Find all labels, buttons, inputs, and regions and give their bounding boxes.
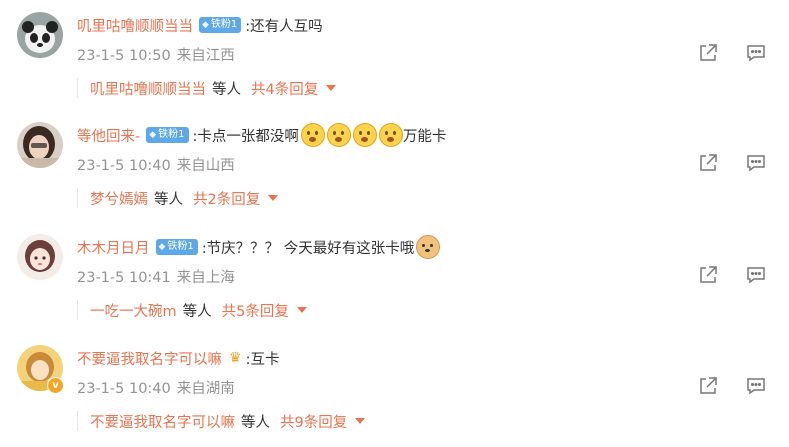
comment-actions [697,375,767,397]
comment-header: 等他回来- ◆ 铁粉1 :卡点一张都没啊 万能卡 [77,123,447,147]
reply-text: 等人 [212,81,241,98]
username-link[interactable]: 不要逼我取名字可以嘛 [77,348,222,369]
reply-username-link[interactable]: 梦兮嫣嫣 [90,188,148,209]
comment-actions [697,152,767,174]
comment-source: 来自湖南 [176,381,235,397]
comment-meta: 23-1-5 10:40 来自湖南 [77,377,235,398]
reply-count-link[interactable]: 共9条回复 [280,411,347,432]
fan-badge-label: 铁粉1 [167,241,194,252]
diamond-icon: ◆ [202,20,209,30]
comment-actions [697,42,767,64]
reply-count-link[interactable]: 共4条回复 [251,78,318,99]
reply-count-link[interactable]: 共2条回复 [193,188,260,209]
comment-item: 等他回来- ◆ 铁粉1 :卡点一张都没啊 万能卡 23-1-5 10:40 来自山西… [0,110,789,222]
comment-source: 来自上海 [176,270,235,286]
diamond-icon: ◆ [149,130,157,140]
reply-summary: 梦兮嫣嫣 等人 共2条回复 [77,188,279,209]
reply-username-link[interactable]: 一吃一大碗m [90,300,177,321]
comment-source: 来自江西 [176,48,235,64]
username-link[interactable]: 叽里咕噜顺顺当当 [77,15,193,36]
scared-emoji-icon [326,123,351,147]
crown-icon: ♛ [229,350,242,366]
comment-actions [697,264,767,286]
comment-icon[interactable] [745,42,767,64]
fan-badge-label: 铁粉1 [158,129,185,140]
comment-meta: 23-1-5 10:40 来自山西 [77,154,235,175]
comment-icon[interactable] [745,264,767,286]
scared-emoji-icon [300,123,325,147]
comment-time: 23-1-5 10:50 [77,48,171,64]
comment-icon[interactable] [745,152,767,174]
caret-down-icon[interactable] [268,195,279,201]
reply-text: 等人 [241,414,270,431]
comment-text: :互卡 [245,351,280,368]
reply-username-link[interactable]: 不要逼我取名字可以嘛 [90,411,235,432]
reply-summary: 不要逼我取名字可以嘛 等人 共9条回复 [77,411,366,432]
caret-down-icon[interactable] [326,85,337,91]
caret-down-icon[interactable] [296,307,307,313]
comment-item: v 不要逼我取名字可以嘛 ♛ :互卡 23-1-5 10:40 来自湖南 不要逼我… [0,333,789,445]
comment-time: 23-1-5 10:41 [77,270,171,286]
comment-header: 木木月日月 ◆ 铁粉1 :节庆？？？ 今天最好有这张卡哦 [77,235,441,259]
share-icon[interactable] [697,264,719,286]
fan-badge: ◆ 铁粉1 [146,127,189,143]
fan-badge: ◆ 铁粉1 [199,17,242,33]
reply-text: 等人 [154,191,183,208]
share-icon[interactable] [697,375,719,397]
fan-badge-label: 铁粉1 [210,19,238,30]
comment-text-after: 万能卡 [402,128,447,145]
comment-text: :卡点一张都没啊 [192,128,299,145]
username-link[interactable]: 木木月日月 [77,237,150,258]
comment-text: :还有人互吗 [245,18,323,35]
comment-time: 23-1-5 10:40 [77,158,171,174]
avatar[interactable] [17,122,63,168]
fan-badge: ◆ 铁粉1 [155,239,198,255]
comment-icon[interactable] [745,375,767,397]
comment-header: 不要逼我取名字可以嘛 ♛ :互卡 [77,347,279,369]
comment-meta: 23-1-5 10:41 来自上海 [77,266,235,287]
avatar[interactable] [17,234,63,280]
reply-summary: 一吃一大碗m 等人 共5条回复 [77,300,307,320]
comment-item: 叽里咕噜顺顺当当 ◆ 铁粉1 :还有人互吗 23-1-5 10:50 来自江西 叽里… [0,0,789,112]
reply-username-link[interactable]: 叽里咕噜顺顺当当 [90,78,206,99]
comment-header: 叽里咕噜顺顺当当 ◆ 铁粉1 :还有人互吗 [77,14,323,36]
avatar[interactable] [17,12,63,58]
reply-summary: 叽里咕噜顺顺当当 等人 共4条回复 [77,78,337,99]
doge-emoji-icon [416,235,441,259]
scared-emoji-icon [352,123,377,147]
comment-text: :节庆？？？ 今天最好有这张卡哦 [201,240,415,257]
share-icon[interactable] [697,42,719,64]
scared-emoji-icon [378,123,403,147]
comment-time: 23-1-5 10:40 [77,381,171,397]
comment-meta: 23-1-5 10:50 来自江西 [77,44,235,65]
username-link[interactable]: 等他回来- [77,125,140,146]
caret-down-icon[interactable] [355,418,366,424]
share-icon[interactable] [697,152,719,174]
verified-badge: v [47,377,64,394]
reply-text: 等人 [182,303,212,320]
reply-count-link[interactable]: 共5条回复 [222,300,289,321]
comment-item: 木木月日月 ◆ 铁粉1 :节庆？？？ 今天最好有这张卡哦 23-1-5 10:41… [0,222,789,334]
diamond-icon: ◆ [158,242,166,252]
comment-source: 来自山西 [176,158,235,174]
